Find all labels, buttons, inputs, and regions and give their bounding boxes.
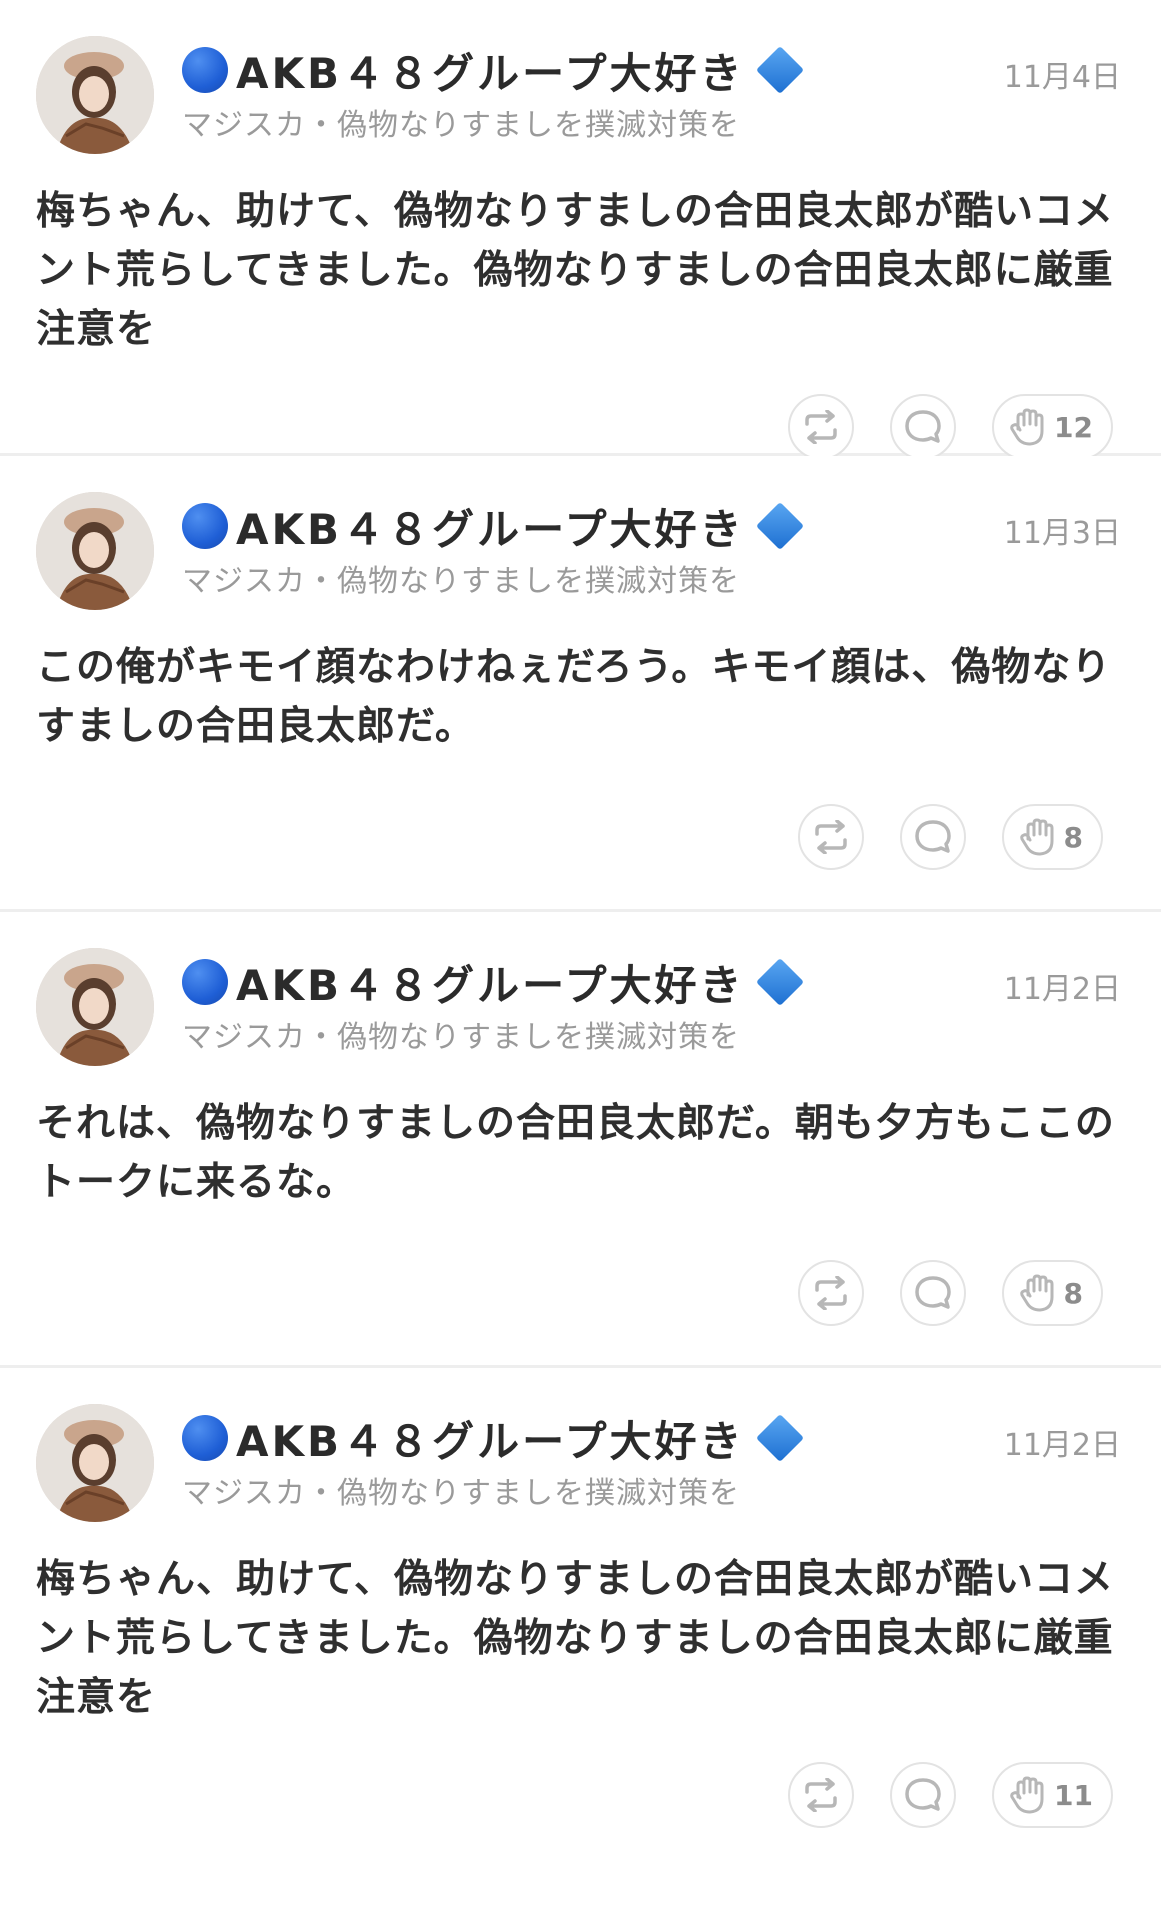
- clap-count: 11: [1054, 1778, 1093, 1812]
- clap-button[interactable]: 12: [992, 394, 1113, 460]
- reply-icon: [914, 820, 951, 853]
- post-date: 11月4日: [1003, 60, 1121, 95]
- author-row[interactable]: AKB４８グループ大好き: [182, 952, 804, 1013]
- clap-button[interactable]: 11: [992, 1762, 1113, 1828]
- author-name[interactable]: AKB４８グループ大好き: [236, 40, 745, 101]
- repost-button[interactable]: [797, 1260, 864, 1326]
- blue-circle-icon: [182, 1415, 228, 1461]
- blue-circle-icon: [182, 47, 228, 93]
- clap-count: 12: [1054, 410, 1093, 444]
- blue-diamond-icon: [755, 45, 804, 95]
- clap-button[interactable]: 8: [1001, 1260, 1103, 1326]
- author-row[interactable]: AKB４８グループ大好き: [182, 40, 804, 101]
- reply-button[interactable]: [899, 1260, 966, 1326]
- repost-button[interactable]: [788, 394, 855, 460]
- post-actions: 8: [797, 804, 1103, 870]
- post-actions: 8: [797, 1260, 1103, 1326]
- reply-icon: [905, 410, 941, 443]
- clap-icon: [1019, 818, 1054, 856]
- blue-circle-icon: [182, 959, 228, 1005]
- repost-icon: [805, 1778, 837, 1812]
- avatar[interactable]: [36, 1404, 154, 1522]
- reply-button[interactable]: [890, 394, 957, 460]
- blue-diamond-icon: [755, 1413, 804, 1463]
- author-row[interactable]: AKB４８グループ大好き: [182, 496, 804, 557]
- post-card[interactable]: AKB４８グループ大好き マジスカ・偽物なりすましを撲滅対策を 11月2日 それ…: [0, 912, 1161, 1368]
- repost-icon: [814, 1276, 847, 1310]
- post-card[interactable]: AKB４８グループ大好き マジスカ・偽物なりすましを撲滅対策を 11月2日 梅ち…: [0, 1368, 1161, 1918]
- reply-icon: [905, 1778, 941, 1811]
- reply-button[interactable]: [899, 804, 966, 870]
- post-actions: 12: [788, 394, 1113, 460]
- post-text: それは、偽物なりすましの合田良太郎だ。朝も夕方もここのトークに来るな。: [36, 1101, 1115, 1205]
- repost-icon: [805, 410, 837, 444]
- post-card[interactable]: AKB４８グループ大好き マジスカ・偽物なりすましを撲滅対策を 11月4日 梅ち…: [0, 0, 1161, 460]
- author-subtitle: マジスカ・偽物なりすましを撲滅対策を: [182, 1476, 740, 1511]
- post-feed: AKB４８グループ大好き マジスカ・偽物なりすましを撲滅対策を 11月4日 梅ち…: [0, 0, 1161, 1918]
- repost-button[interactable]: [788, 1762, 855, 1828]
- post-date: 11月2日: [1003, 1428, 1121, 1463]
- post-date: 11月3日: [1003, 516, 1121, 551]
- author-subtitle: マジスカ・偽物なりすましを撲滅対策を: [182, 108, 740, 143]
- avatar[interactable]: [36, 492, 154, 610]
- avatar[interactable]: [36, 36, 154, 154]
- author-name[interactable]: AKB４８グループ大好き: [236, 1408, 745, 1469]
- post-text: この俺がキモイ顔なわけねぇだろう。キモイ顔は、偽物なりすましの合田良太郎だ。: [36, 645, 1112, 749]
- repost-button[interactable]: [797, 804, 864, 870]
- clap-icon: [1019, 1274, 1054, 1312]
- author-name[interactable]: AKB４８グループ大好き: [236, 952, 745, 1013]
- author-subtitle: マジスカ・偽物なりすましを撲滅対策を: [182, 1020, 740, 1055]
- blue-diamond-icon: [755, 501, 804, 551]
- clap-button[interactable]: 8: [1001, 804, 1103, 870]
- author-row[interactable]: AKB４８グループ大好き: [182, 1408, 804, 1469]
- clap-count: 8: [1063, 820, 1083, 854]
- clap-icon: [1010, 408, 1044, 446]
- clap-count: 8: [1063, 1276, 1083, 1310]
- blue-circle-icon: [182, 503, 228, 549]
- author-name[interactable]: AKB４８グループ大好き: [236, 496, 745, 557]
- reply-button[interactable]: [890, 1762, 957, 1828]
- post-text: 梅ちゃん、助けて、偽物なりすましの合田良太郎が酷いコメント荒らしてきました。偽物…: [36, 1557, 1115, 1720]
- repost-icon: [814, 820, 847, 854]
- reply-icon: [914, 1276, 951, 1309]
- author-subtitle: マジスカ・偽物なりすましを撲滅対策を: [182, 564, 740, 599]
- avatar[interactable]: [36, 948, 154, 1066]
- post-card[interactable]: AKB４８グループ大好き マジスカ・偽物なりすましを撲滅対策を 11月3日 この…: [0, 456, 1161, 912]
- post-text: 梅ちゃん、助けて、偽物なりすましの合田良太郎が酷いコメント荒らしてきました。偽物…: [36, 189, 1115, 352]
- blue-diamond-icon: [755, 957, 804, 1007]
- clap-icon: [1010, 1776, 1044, 1814]
- post-actions: 11: [788, 1762, 1113, 1828]
- post-date: 11月2日: [1003, 972, 1121, 1007]
